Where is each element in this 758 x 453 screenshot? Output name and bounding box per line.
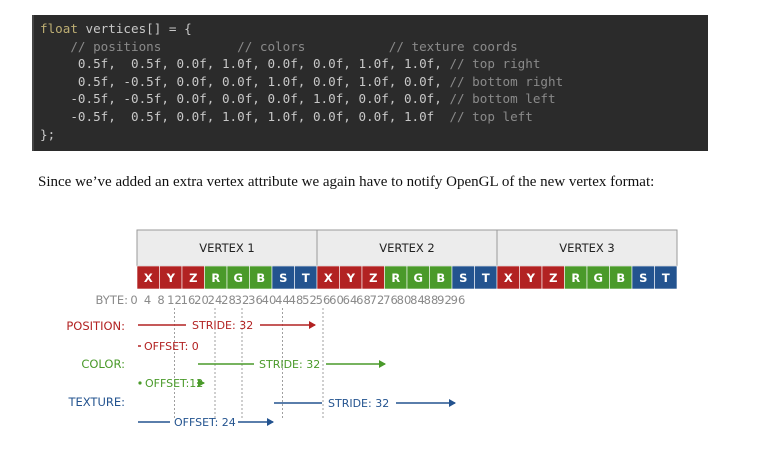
attribute-cell-letter: G: [234, 271, 243, 285]
attribute-cell-letter: Z: [189, 271, 197, 285]
byte-offset-tick: 92: [437, 293, 452, 307]
byte-offset-tick: 4: [144, 293, 151, 307]
color-offset-label: OFFSET:12: [145, 377, 203, 390]
vertex-layout-diagram: VERTEX 1 VERTEX 2 VERTEX 3 XYZRGBSTXYZRGBS…: [66, 229, 678, 429]
color-offset-dot: [138, 381, 142, 385]
byte-offset-tick: 40: [262, 293, 277, 307]
byte-offset-tick: 16: [181, 293, 196, 307]
byte-offset-tick: 12: [167, 293, 182, 307]
byte-offset-tick: 0: [130, 293, 137, 307]
attribute-cell-letter: X: [324, 271, 333, 285]
byte-offset-tick: 8: [157, 293, 164, 307]
attribute-cell-letter: G: [414, 271, 423, 285]
byte-offset-tick: 44: [275, 293, 290, 307]
attribute-cell-letter: T: [482, 271, 490, 285]
byte-offset-tick: 28: [221, 293, 236, 307]
attribute-cell-letter: Z: [549, 271, 557, 285]
attribute-cell-letter: B: [616, 271, 625, 285]
attribute-cell-letter: B: [436, 271, 445, 285]
attribute-cell-letter: Y: [346, 271, 356, 285]
position-row-label: POSITION:: [66, 319, 125, 333]
byte-offset-tick: 72: [370, 293, 385, 307]
attribute-cell-letter: X: [504, 271, 513, 285]
vertex-header-label: VERTEX 2: [379, 241, 434, 255]
attribute-cell-letter: S: [279, 271, 287, 285]
attribute-cell-letter: T: [662, 271, 670, 285]
byte-offset-tick: 24: [208, 293, 223, 307]
attribute-cell-letter: R: [391, 271, 400, 285]
byte-offset-tick: 60: [329, 293, 344, 307]
attribute-cell-letter: G: [594, 271, 603, 285]
color-row-label: COLOR:: [81, 357, 125, 371]
byte-row-label: BYTE:: [96, 293, 128, 307]
byte-offset-tick: 76: [383, 293, 398, 307]
byte-offset-tick: 20: [194, 293, 209, 307]
byte-offset-tick: 84: [410, 293, 425, 307]
color-stride-label: STRIDE: 32: [259, 358, 320, 371]
attribute-cell-letter: S: [639, 271, 647, 285]
attribute-cell-letter: Y: [526, 271, 536, 285]
attribute-cell-letter: B: [256, 271, 265, 285]
attribute-cell-letter: X: [144, 271, 153, 285]
byte-offset-tick: 64: [343, 293, 358, 307]
attribute-cell-letter: T: [302, 271, 310, 285]
position-stride-label: STRIDE: 32: [192, 319, 253, 332]
texture-stride-label: STRIDE: 32: [328, 397, 389, 410]
byte-offset-tick: 96: [451, 293, 466, 307]
attribute-cell-letter: Z: [369, 271, 377, 285]
vertex-header-label: VERTEX 3: [559, 241, 614, 255]
position-offset-label: OFFSET: 0: [144, 340, 199, 353]
vertex-header-label: VERTEX 1: [199, 241, 254, 255]
texture-offset-label: OFFSET: 24: [174, 416, 236, 429]
attribute-cell-letter: S: [459, 271, 467, 285]
byte-offset-tick: 36: [248, 293, 263, 307]
byte-offset-tick: 32: [235, 293, 250, 307]
byte-offset-tick: 56: [316, 293, 331, 307]
byte-offset-tick: 68: [356, 293, 371, 307]
attribute-cell-letter: R: [211, 271, 220, 285]
byte-offset-tick: 52: [302, 293, 317, 307]
byte-offset-tick: 48: [289, 293, 304, 307]
texture-row-label: TEXTURE:: [67, 395, 125, 409]
byte-offset-tick: 80: [397, 293, 412, 307]
byte-offset-tick: 88: [424, 293, 439, 307]
attribute-cell-letter: Y: [166, 271, 176, 285]
attribute-cell-letter: R: [571, 271, 580, 285]
